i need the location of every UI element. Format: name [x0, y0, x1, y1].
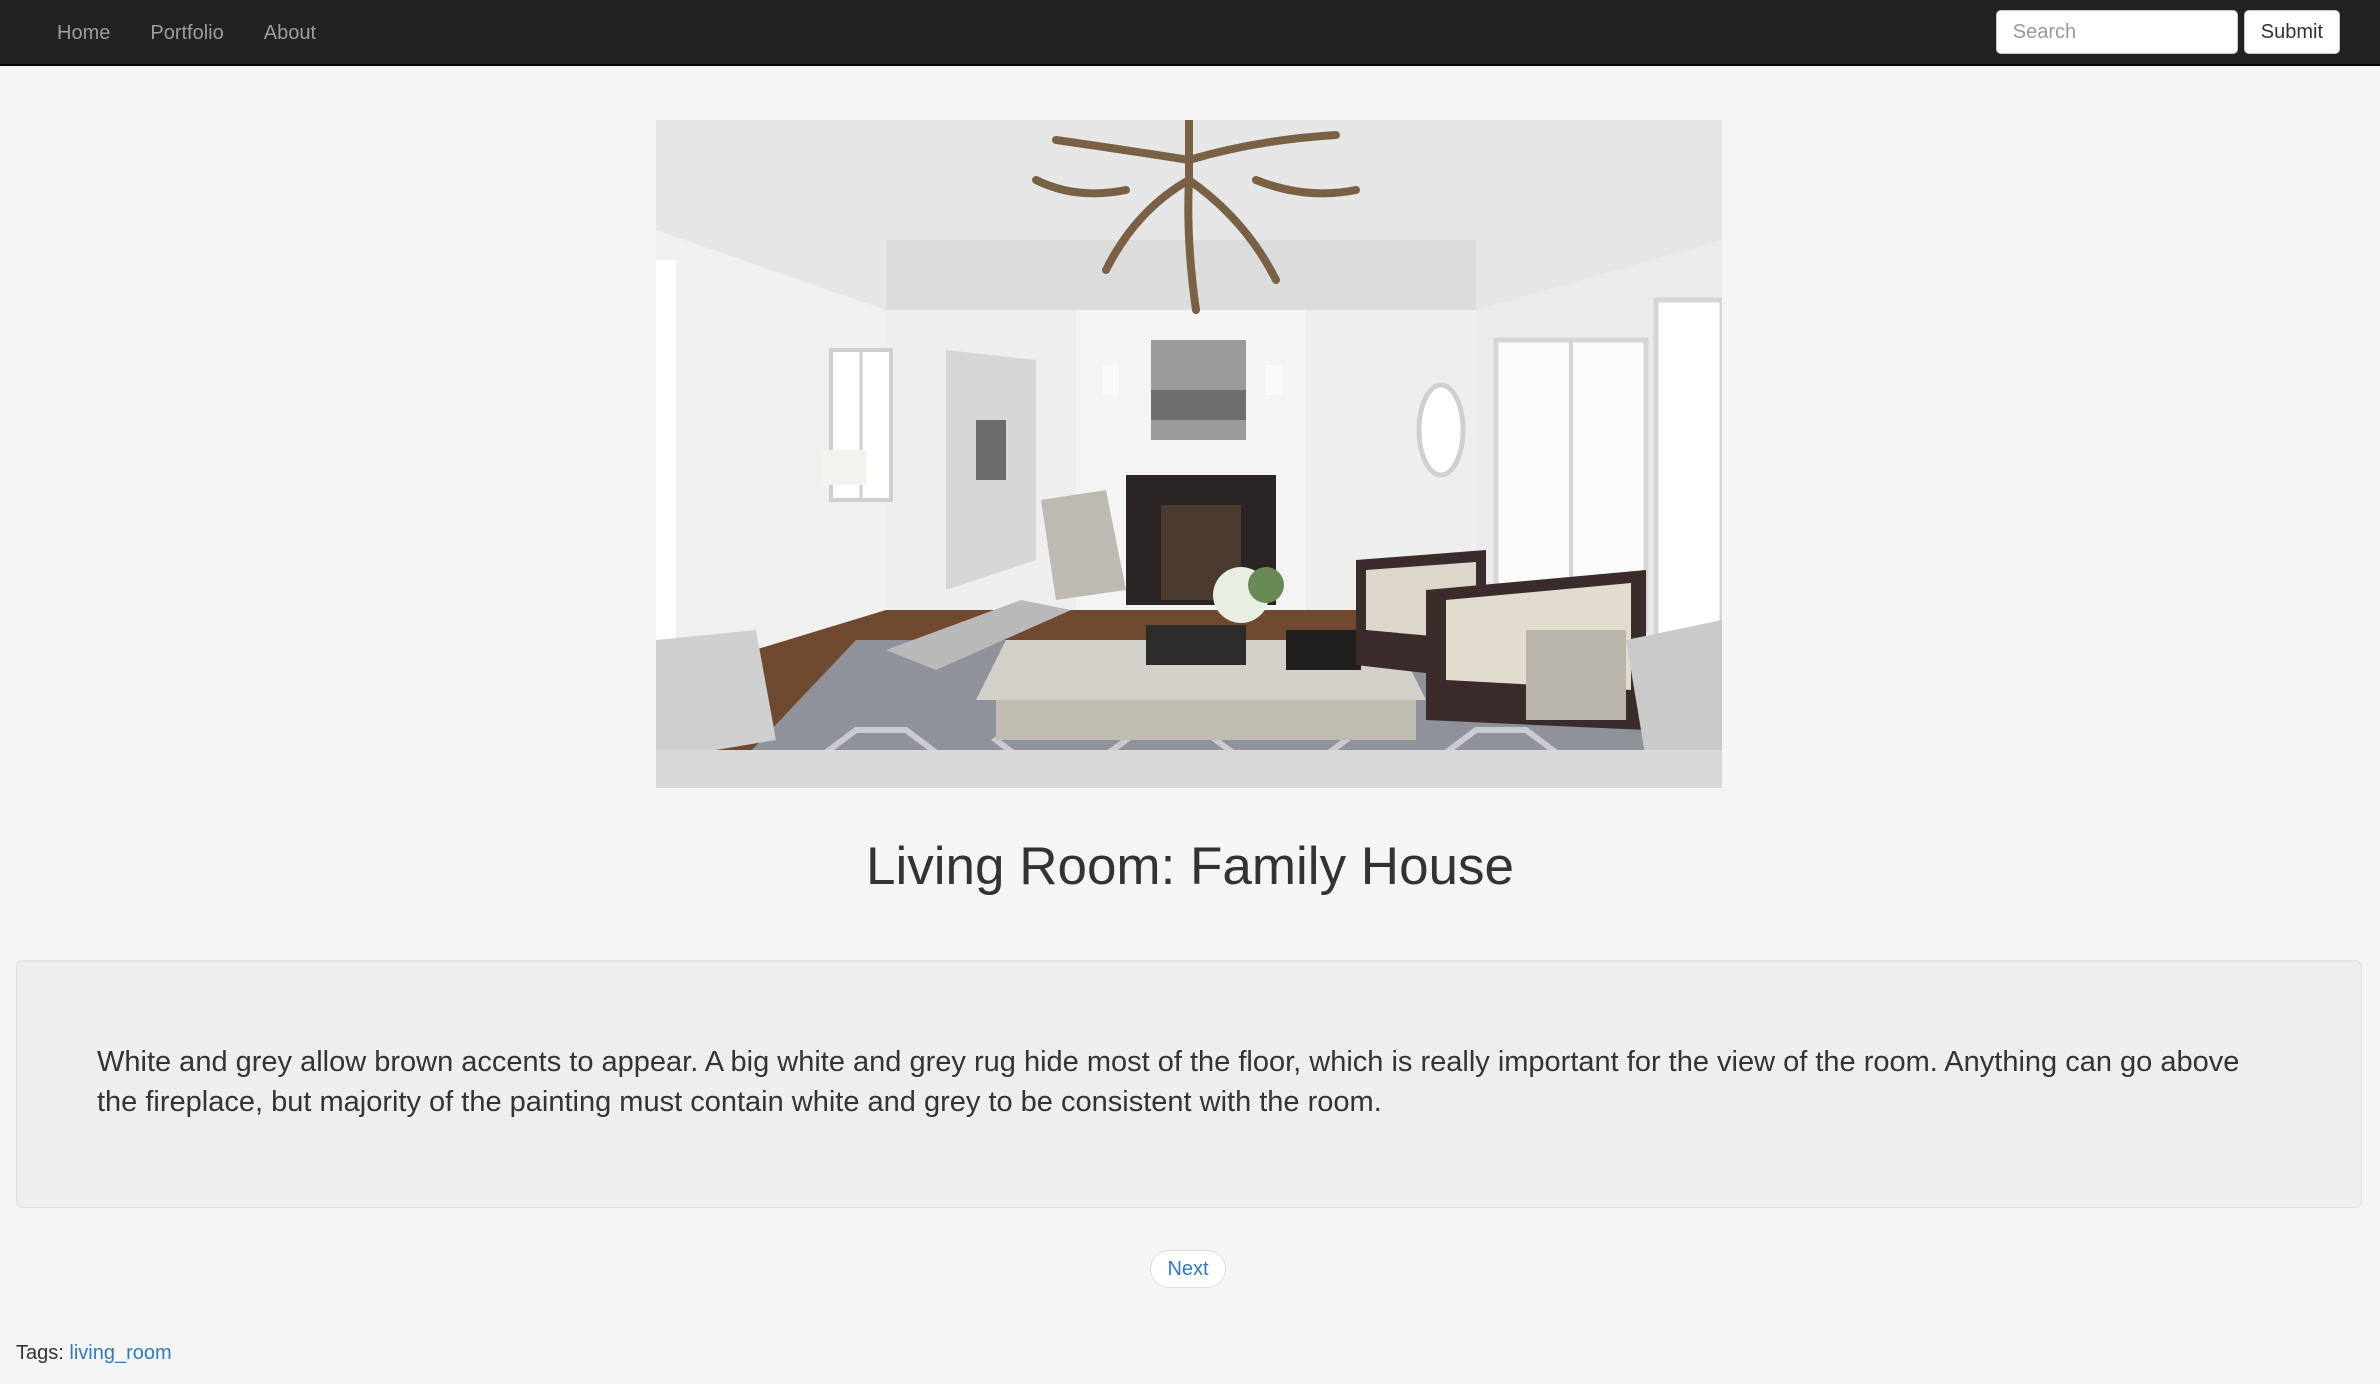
next-button[interactable]: Next — [1150, 1250, 1226, 1288]
nav-about-link[interactable]: About — [244, 0, 336, 66]
living-room-photo-illustration — [656, 120, 1722, 788]
submit-button[interactable]: Submit — [2243, 10, 2340, 54]
description-text: White and grey allow brown accents to ap… — [97, 1046, 2240, 1118]
tags-line: Tags: living_room — [16, 1342, 172, 1365]
search-form: Submit — [1995, 10, 2340, 54]
nav-home-link[interactable]: Home — [37, 0, 130, 66]
page-title: Living Room: Family House — [865, 837, 1514, 896]
description-well: White and grey allow brown accents to ap… — [16, 960, 2362, 1208]
nav-links: Home Portfolio About — [37, 0, 336, 66]
tags-label: Tags: — [16, 1342, 64, 1364]
tag-link-living-room[interactable]: living_room — [69, 1342, 171, 1364]
nav-portfolio-link[interactable]: Portfolio — [130, 0, 243, 66]
living-room-photo — [656, 120, 1722, 788]
top-navbar: Home Portfolio About Submit — [0, 0, 2380, 66]
search-input[interactable] — [1995, 10, 2238, 54]
